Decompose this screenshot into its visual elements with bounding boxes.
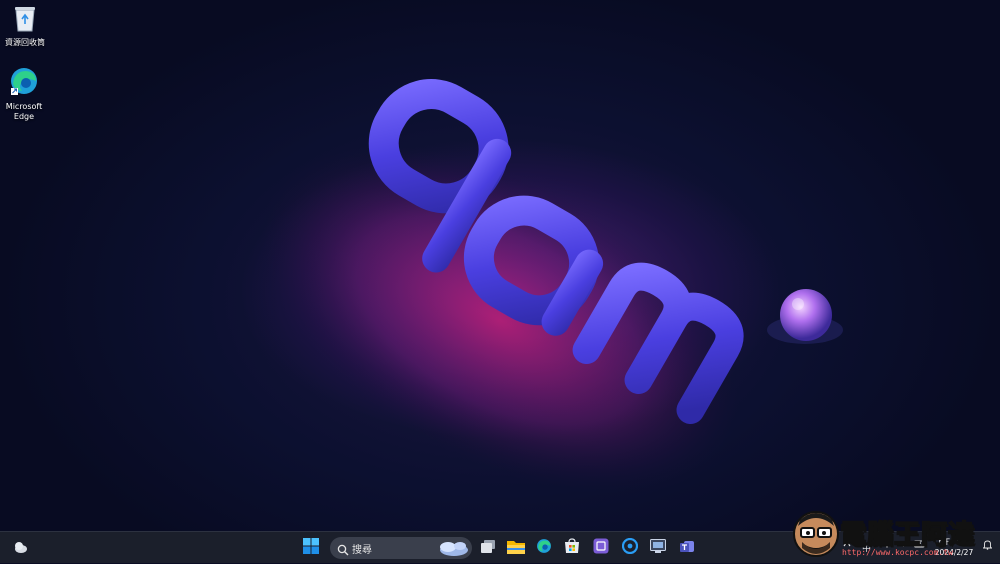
desktop-icon-label: Microsoft Edge <box>5 102 43 121</box>
task-view-button[interactable] <box>477 537 499 559</box>
watermark-title: 電腦王阿達 <box>839 519 976 551</box>
start-icon <box>303 538 319 558</box>
task-view-icon <box>480 539 496 558</box>
desktop-icon-recycle-bin[interactable]: 資源回收筒 <box>2 4 48 48</box>
desktop[interactable]: 資源回收筒 Microsoft Edge <box>0 0 1000 531</box>
wallpaper-sphere <box>780 289 832 341</box>
weather-widget[interactable] <box>10 537 32 559</box>
recycle-bin-icon <box>2 4 48 35</box>
search-highlight-icon <box>436 538 470 562</box>
microsoft-store-icon <box>564 538 580 558</box>
copilot-button[interactable] <box>590 537 612 559</box>
desktop-icon-label: 資源回收筒 <box>5 38 45 47</box>
cortana-icon <box>621 537 639 558</box>
watermark: 電腦王阿達 http://www.kocpc.com.tw <box>790 508 1000 563</box>
remote-desktop-button[interactable] <box>647 537 669 559</box>
file-explorer-button[interactable] <box>505 537 527 559</box>
edge-icon <box>1 66 47 99</box>
search-placeholder: 搜尋 <box>352 545 372 556</box>
edge-button[interactable] <box>533 537 555 559</box>
watermark-mascot-icon <box>792 508 840 564</box>
remote-desktop-icon <box>650 538 666 558</box>
teams-button[interactable] <box>676 537 698 559</box>
search-box[interactable]: 搜尋 <box>330 537 472 559</box>
start-button[interactable] <box>300 537 322 559</box>
microsoft-store-button[interactable] <box>561 537 583 559</box>
search-icon <box>337 541 349 560</box>
cortana-button[interactable] <box>619 537 641 559</box>
weather-icon <box>13 539 29 558</box>
watermark-url: http://www.kocpc.com.tw <box>842 548 953 557</box>
wallpaper-art <box>261 79 843 494</box>
teams-icon <box>679 538 695 558</box>
edge-icon <box>536 538 552 558</box>
copilot-icon <box>593 538 609 558</box>
file-explorer-icon <box>507 539 525 558</box>
desktop-icon-edge[interactable]: Microsoft Edge <box>1 66 47 122</box>
